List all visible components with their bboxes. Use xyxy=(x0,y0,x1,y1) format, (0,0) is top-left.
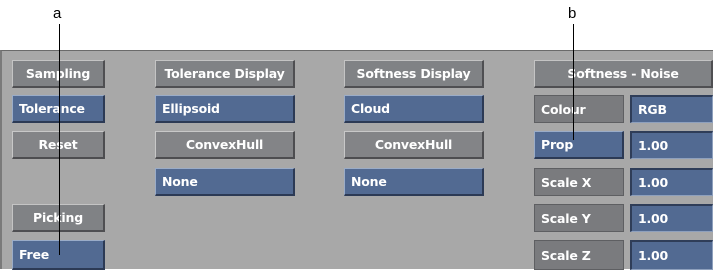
callout-b: b xyxy=(568,5,577,22)
softness-cloud-button[interactable]: Cloud xyxy=(344,95,484,123)
callout-a: a xyxy=(53,5,62,22)
scale-z-field[interactable]: 1.00 xyxy=(630,240,713,270)
color-keyer-panel: Sampling Tolerance Reset Picking Free To… xyxy=(0,50,713,270)
tolerance-none-button[interactable]: None xyxy=(155,168,295,196)
scale-x-label: Scale X xyxy=(534,168,624,196)
tolerance-ellipsoid-button[interactable]: Ellipsoid xyxy=(155,95,295,123)
callout-b-leader xyxy=(573,24,574,140)
scale-y-field[interactable]: 1.00 xyxy=(630,204,713,232)
softness-noise-header: Softness - Noise xyxy=(534,60,713,88)
scale-z-label: Scale Z xyxy=(534,240,624,270)
softness-none-button[interactable]: None xyxy=(344,168,484,196)
callout-a-leader xyxy=(59,24,60,255)
scale-y-label: Scale Y xyxy=(534,204,624,232)
prop-value-field[interactable]: 1.00 xyxy=(630,131,713,159)
tolerance-display-header: Tolerance Display xyxy=(155,60,295,88)
colour-label: Colour xyxy=(534,95,624,123)
softness-convexhull-button[interactable]: ConvexHull xyxy=(344,131,484,159)
colour-value-field[interactable]: RGB xyxy=(630,95,713,123)
softness-display-header: Softness Display xyxy=(344,60,484,88)
prop-button[interactable]: Prop xyxy=(534,131,624,159)
scale-x-field[interactable]: 1.00 xyxy=(630,168,713,196)
tolerance-convexhull-button[interactable]: ConvexHull xyxy=(155,131,295,159)
